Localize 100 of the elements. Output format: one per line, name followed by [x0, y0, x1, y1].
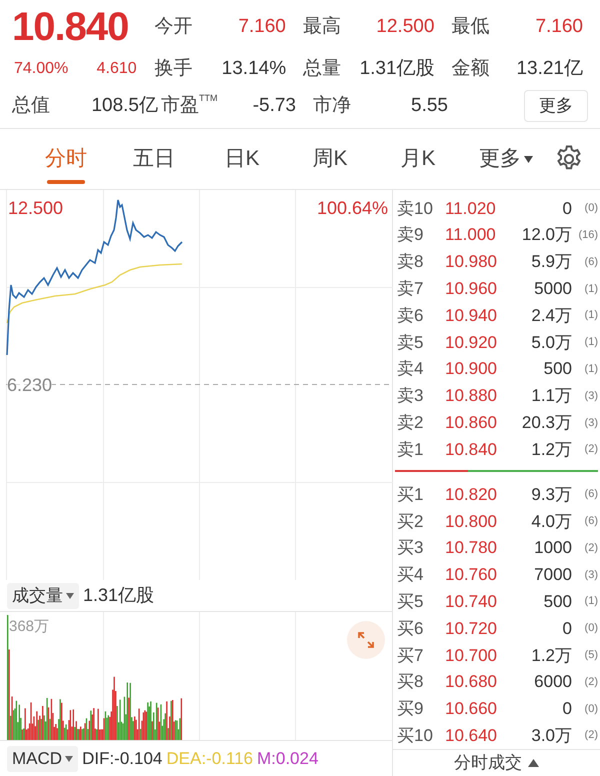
stat-label: 最高 [302, 14, 341, 39]
stat-value: -5.73 [252, 94, 296, 118]
caret-icon [524, 156, 533, 162]
order-price: 10.860 [445, 412, 498, 434]
order-volume: 1.2万 [530, 644, 572, 667]
level-label: 买5 [397, 590, 424, 613]
stat-label: 市净 [313, 94, 351, 118]
order-volume: 12.0万 [520, 224, 572, 246]
order-count: (3) [584, 388, 598, 404]
volume-total: 1.31亿股 [83, 584, 154, 607]
chart-tab[interactable]: 月K [374, 129, 462, 189]
last-price: 10.840 [11, 7, 130, 47]
order-price: 10.640 [445, 724, 498, 747]
level-label: 买3 [397, 537, 424, 560]
order-count: (3) [584, 416, 598, 431]
stat-label: 市盈$^{TTM}$ [161, 92, 218, 118]
order-volume: 0 [562, 198, 572, 220]
indicator-dropdown[interactable]: 成交量 [7, 582, 79, 608]
order-price: 10.920 [445, 332, 498, 354]
indicator-value: DEA:-0.116 [166, 748, 253, 770]
more-button[interactable]: 更多 [524, 90, 588, 122]
level-label: 买1 [397, 484, 424, 506]
order-price: 10.800 [445, 510, 498, 533]
level-label: 卖4 [397, 358, 424, 380]
stat-label: 金额 [452, 56, 490, 81]
order-count: (6) [584, 254, 598, 270]
indicator-dropdown[interactable]: MACD [7, 746, 78, 772]
stat-value: 13.21亿 [516, 56, 583, 81]
order-volume: 0 [562, 618, 572, 640]
order-count: (3) [584, 568, 598, 583]
level-label: 卖8 [397, 251, 424, 274]
order-price: 10.960 [445, 278, 498, 300]
chart-tab[interactable]: 日K [198, 129, 286, 189]
order-price: 10.660 [445, 698, 498, 720]
stat-value: 7.160 [238, 14, 286, 39]
order-price: 10.880 [445, 385, 498, 408]
order-count: (0) [584, 621, 598, 636]
level-label: 买6 [397, 618, 424, 640]
level-label: 卖3 [397, 385, 424, 408]
level-label: 卖5 [397, 332, 424, 354]
level-label: 卖6 [397, 304, 424, 327]
order-volume: 5000 [533, 278, 572, 300]
stat-value: 1.31亿股 [360, 56, 435, 81]
caret-icon [66, 592, 74, 598]
order-price: 10.840 [445, 438, 498, 461]
stat-label: 今开 [154, 14, 192, 39]
order-count: (1) [584, 308, 598, 324]
order-count: (2) [584, 674, 598, 690]
level-label: 买8 [397, 671, 424, 694]
expand-icon[interactable] [347, 621, 385, 659]
more-dropdown[interactable]: 更多 [462, 129, 550, 189]
level-label: 卖7 [397, 278, 424, 300]
caret-icon [65, 756, 74, 762]
order-count: (2) [584, 540, 598, 556]
order-count: (2) [584, 442, 598, 458]
level-label: 买10 [397, 724, 434, 747]
order-price: 11.020 [445, 198, 497, 220]
level-label: 卖10 [397, 198, 434, 220]
order-price: 10.980 [445, 251, 498, 274]
order-count: (0) [584, 201, 598, 216]
order-price: 10.780 [445, 537, 498, 560]
max-volume-label: 368万 [9, 617, 50, 637]
order-volume: 0 [562, 698, 572, 720]
order-count: (6) [584, 514, 598, 530]
level-label: 买4 [397, 564, 424, 586]
order-price: 10.820 [445, 484, 498, 506]
order-price: 10.940 [445, 304, 498, 327]
order-count: (2) [584, 728, 598, 744]
order-count: (1) [584, 282, 598, 297]
order-price: 10.740 [445, 590, 498, 613]
chart-tab[interactable]: 分时 [22, 129, 110, 189]
order-count: (1) [584, 335, 598, 350]
indicator-value: DIF:-0.104 [82, 748, 162, 770]
order-price: 10.760 [445, 564, 498, 586]
stat-value: 13.14% [222, 56, 286, 81]
chart-tab[interactable]: 周K [286, 129, 374, 189]
order-price: 11.000 [445, 224, 497, 246]
order-price: 10.720 [445, 618, 498, 640]
order-count: (16) [577, 228, 598, 243]
order-volume: 1.1万 [530, 385, 572, 408]
order-volume: 1000 [533, 537, 572, 560]
stat-label: 最低 [451, 14, 490, 39]
order-volume: 6000 [533, 671, 572, 694]
order-count: (1) [584, 362, 598, 377]
stat-value: 7.160 [535, 14, 583, 39]
order-volume: 9.3万 [530, 484, 572, 506]
level-label: 卖1 [397, 438, 424, 461]
order-price: 10.680 [445, 671, 498, 694]
level-label: 卖2 [397, 412, 424, 434]
indicator-value: M:0.024 [257, 748, 318, 770]
trades-button[interactable]: 分时成交 [393, 749, 600, 776]
order-volume: 500 [542, 590, 572, 613]
level-label: 卖9 [397, 224, 424, 246]
stat-label: 换手 [154, 56, 193, 81]
high-price-label: 12.500 [8, 197, 64, 220]
chart-tab[interactable]: 五日 [110, 129, 198, 189]
order-count: (1) [584, 594, 598, 610]
order-volume: 3.0万 [530, 724, 572, 747]
order-volume: 2.4万 [530, 304, 572, 327]
order-count: (6) [584, 487, 598, 502]
